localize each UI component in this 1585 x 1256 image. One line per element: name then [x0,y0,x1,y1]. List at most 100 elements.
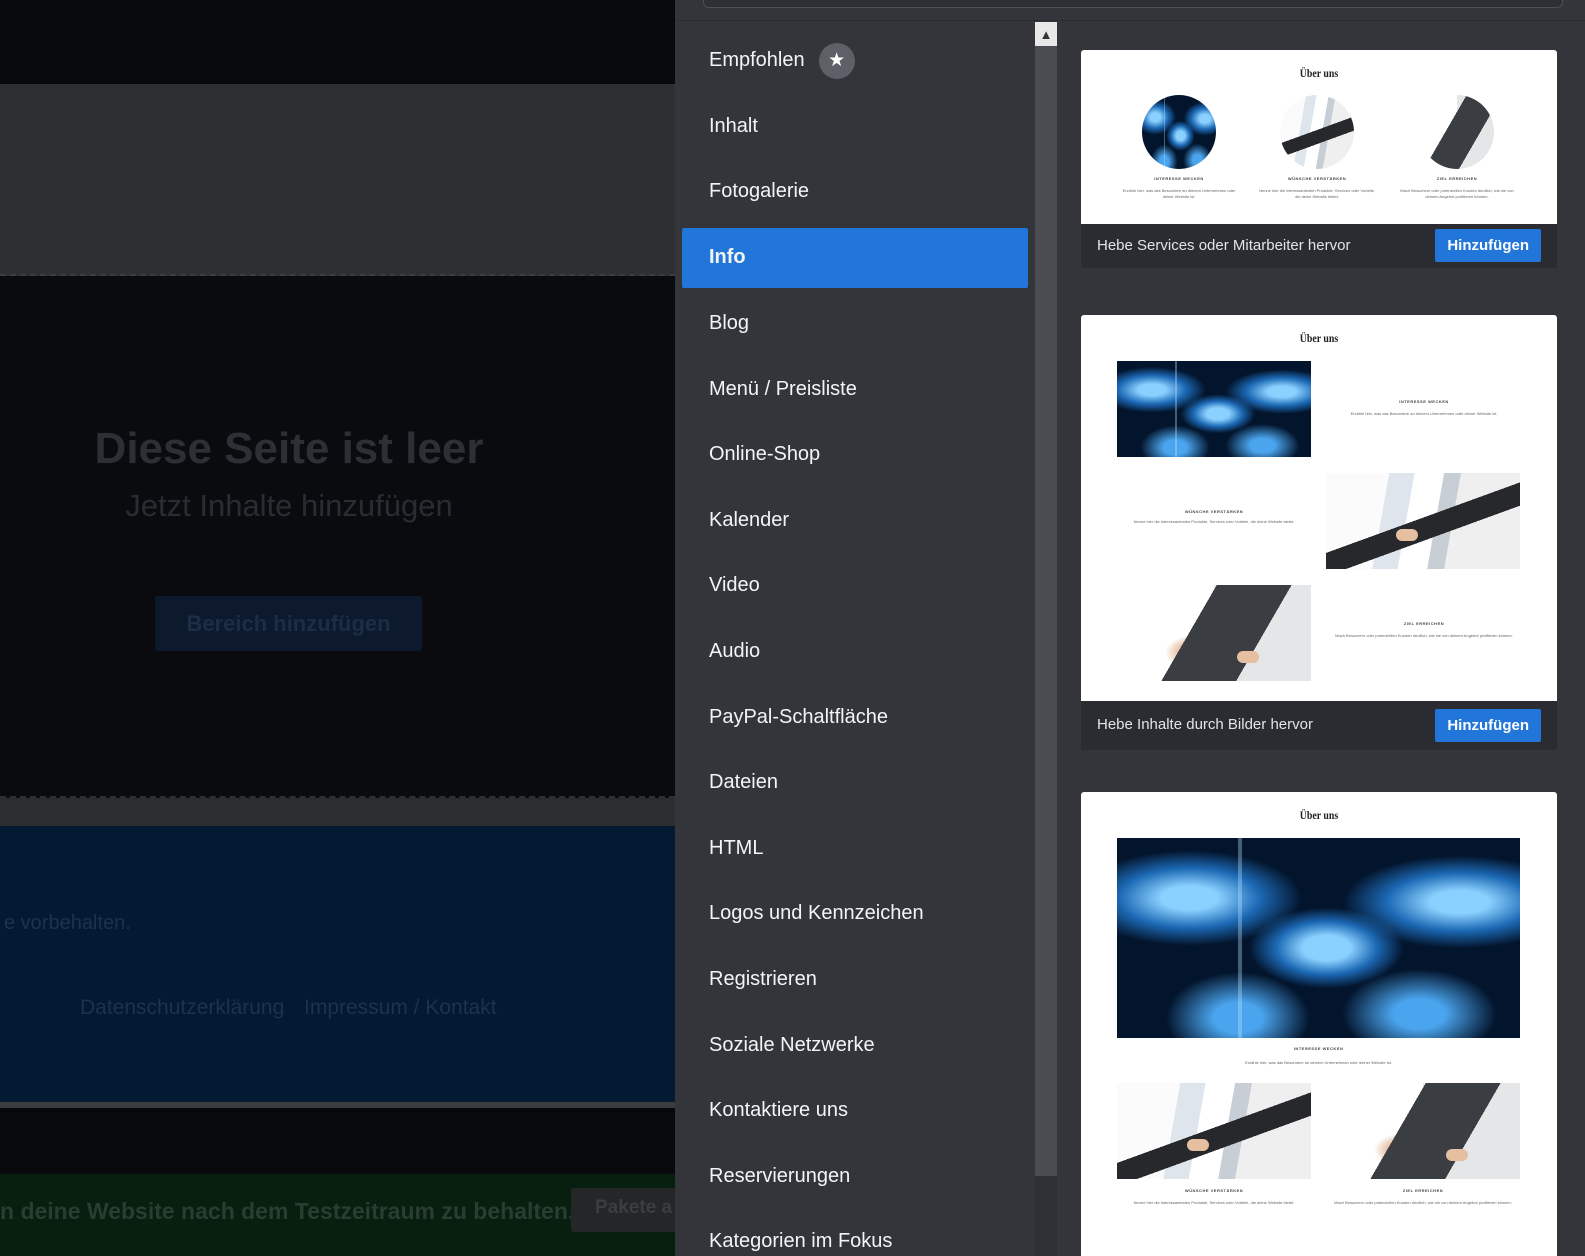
preview-caption: WÜNSCHE VERSTÄRKEN [1287,176,1347,181]
category-label: Info [709,246,746,269]
category-list: Empfohlen ★ Inhalt Fotogalerie Info Blog Menü … [675,28,1028,1256]
template-card[interactable]: Über uns INTERESSE WECKEN WÜNSCHE VERSTÄ… [1081,50,1557,268]
category-item[interactable]: Soziale Netzwerke [675,1012,1025,1078]
category-item[interactable]: PayPal-Schaltfläche [675,684,1025,750]
star-icon: ★ [818,42,855,79]
add-section-panel: Empfohlen ★ Inhalt Fotogalerie Info Blog Menü … [675,0,1585,1256]
category-label: Logos und Kennzeichen [709,902,924,925]
footer-rights-text: e vorbehalten. [4,912,131,934]
template-card-footer: Hebe Inhalte durch Bilder hervor Hinzufü… [1081,701,1557,750]
category-item[interactable]: Kalender [675,488,1025,554]
preview-caption: ZIEL ERREICHEN [1436,176,1478,181]
preview-text: Mach Besuchern oder potenziellen Kunden … [1335,633,1513,638]
add-template-button[interactable]: Hinzufügen [1435,229,1541,262]
preview-caption: WÜNSCHE VERSTÄRKEN [1184,509,1244,514]
category-item[interactable]: Logos und Kennzeichen [675,881,1025,947]
scroll-up-arrow-icon[interactable]: ▲ [1035,22,1057,46]
scroll-thumb[interactable] [1035,46,1057,1176]
editor-canvas-overlay: Diese Seite ist leer Jetzt Inhalte hinzu… [0,0,675,1256]
preview-image-mri [1142,95,1216,169]
empty-page-section: Diese Seite ist leer Jetzt Inhalte hinzu… [0,276,675,798]
plans-button[interactable]: Pakete a [571,1188,675,1232]
category-label: Video [709,574,760,597]
category-item[interactable]: Dateien [675,750,1025,816]
category-item[interactable]: Kontaktiere uns [675,1078,1025,1144]
editor-header-section [0,84,675,276]
category-item[interactable]: Online-Shop [675,422,1025,488]
footer-link-privacy[interactable]: Datenschutzerklärung [80,996,284,1020]
preview-text: Mach Besuchern oder potenziellen Kunden … [1334,1200,1512,1205]
category-label: Kontaktiere uns [709,1099,848,1122]
preview-caption: INTERESSE WECKEN [1154,176,1204,181]
preview-image-doctor [1117,1083,1311,1179]
category-label: HTML [709,836,764,859]
preview-text: Mach Besuchern oder potenziellen Kunden … [1400,188,1514,199]
category-item[interactable]: HTML [675,816,1025,882]
category-label: Inhalt [709,114,758,137]
preview-text: Nenne hier die interessantesten Produkte… [1259,188,1375,199]
preview-image-mri-large [1117,838,1520,1038]
preview-text: Erzähle hier, was das Besondere an deine… [1245,1060,1392,1065]
editor-spacer [0,1112,675,1174]
template-card[interactable]: Über uns INTERESSE WECKEN Erzähle hier, … [1081,792,1557,1256]
preview-image-xray [1326,1083,1520,1179]
category-label: Blog [709,312,750,335]
category-label: Registrieren [709,968,817,991]
add-template-button[interactable]: Hinzufügen [1435,709,1541,742]
footer-link-imprint[interactable]: Impressum / Kontakt [304,996,497,1020]
preview-text: Erzähle hier, was das Besondere an deine… [1122,188,1236,199]
template-preview: Über uns INTERESSE WECKEN Erzähle hier, … [1081,315,1557,701]
category-label: Fotogalerie [709,180,810,203]
preview-title: Über uns [1299,66,1339,80]
category-item[interactable]: Audio [675,619,1025,685]
preview-image-xray [1420,95,1494,169]
empty-page-subtitle: Jetzt Inhalte hinzufügen [125,488,453,523]
preview-title: Über uns [1299,331,1339,345]
section-gap [0,798,675,826]
category-item[interactable]: Empfohlen ★ [675,28,1025,94]
category-scrollbar[interactable]: ▲ [1035,22,1057,1256]
category-item[interactable]: Video [675,553,1025,619]
category-label: Dateien [709,771,778,794]
category-item[interactable]: Info [682,227,1028,288]
preview-text: Nenne hier die interessantesten Produkte… [1133,519,1295,524]
editor-top-bar [0,0,675,84]
preview-image-doctor [1326,473,1520,569]
preview-image-mri [1117,361,1311,457]
category-label: Soziale Netzwerke [709,1033,875,1056]
preview-caption: INTERESSE WECKEN [1399,399,1449,404]
category-label: Kategorien im Fokus [709,1230,893,1253]
add-section-button[interactable]: Bereich hinzufügen [155,596,422,651]
category-label: Audio [709,640,761,663]
category-label: Menü / Preisliste [709,377,857,400]
template-preview: Über uns INTERESSE WECKEN WÜNSCHE VERSTÄ… [1081,50,1557,224]
category-item[interactable]: Menü / Preisliste [675,356,1025,422]
template-card[interactable]: Über uns INTERESSE WECKEN Erzähle hier, … [1081,315,1557,750]
preview-image-doctor [1280,95,1354,169]
preview-caption: ZIEL ERREICHEN [1402,1188,1444,1193]
category-item[interactable]: Fotogalerie [675,159,1025,225]
preview-caption: ZIEL ERREICHEN [1403,621,1445,626]
category-label: Empfohlen [709,49,805,72]
category-item[interactable]: Blog [675,291,1025,357]
trial-banner-text: n deine Website nach dem Testzeitraum zu… [0,1198,575,1224]
category-label: PayPal-Schaltfläche [709,705,888,728]
category-item[interactable]: Reservierungen [675,1144,1025,1210]
preview-image-xray [1117,585,1311,681]
template-preview: Über uns INTERESSE WECKEN Erzähle hier, … [1081,792,1557,1256]
category-item[interactable]: Kategorien im Fokus [675,1209,1025,1256]
category-label: Kalender [709,508,790,531]
preview-title: Über uns [1299,808,1339,822]
template-description: Hebe Inhalte durch Bilder hervor [1097,716,1313,733]
preview-text: Nenne hier die interessantesten Produkte… [1133,1200,1295,1205]
category-item[interactable]: Registrieren [675,947,1025,1013]
panel-search-input[interactable] [703,0,1563,8]
app-root: Diese Seite ist leer Jetzt Inhalte hinzu… [0,0,1585,1256]
preview-text: Erzähle hier, was das Besondere an deine… [1350,411,1498,416]
preview-caption: INTERESSE WECKEN [1293,1046,1344,1051]
category-item[interactable]: Inhalt [675,94,1025,160]
preview-caption: WÜNSCHE VERSTÄRKEN [1184,1188,1244,1193]
empty-page-title: Diese Seite ist leer [94,424,484,473]
trial-banner: n deine Website nach dem Testzeitraum zu… [0,1174,675,1256]
panel-divider [675,20,1585,21]
